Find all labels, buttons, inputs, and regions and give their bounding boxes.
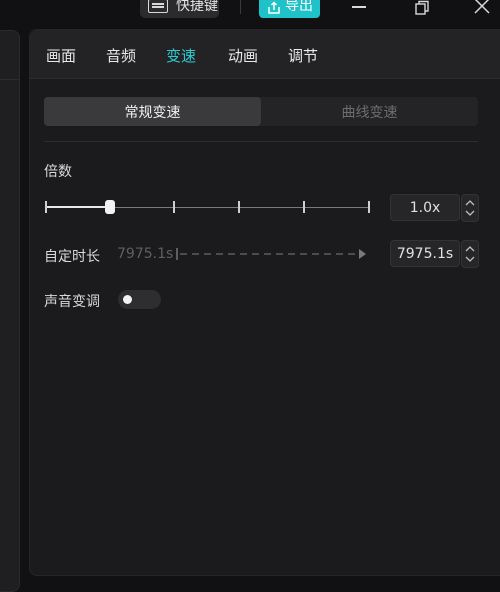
tab-speed[interactable]: 变速: [166, 45, 196, 66]
normal-speed-option[interactable]: 常规变速: [44, 97, 261, 126]
tab-bar: 画面 音频 变速 动画 调节: [30, 30, 500, 79]
tab-audio[interactable]: 音频: [106, 45, 136, 66]
export-icon: [267, 0, 280, 14]
duration-input[interactable]: 7975.1s: [390, 240, 460, 267]
left-panel: [0, 30, 20, 592]
shortcut-label: 快捷键: [176, 0, 218, 14]
duration-stepper[interactable]: [461, 240, 479, 268]
title-bar: 快捷键 导出: [0, 0, 500, 22]
left-panel-divider: [0, 79, 19, 80]
custom-duration-label: 自定时长: [44, 249, 100, 265]
slider-tick: [238, 201, 240, 213]
stepper-arrows-icon: [465, 246, 475, 262]
voice-change-toggle[interactable]: [118, 290, 161, 309]
titlebar-separator: [240, 0, 241, 14]
slider-tick: [303, 201, 305, 213]
multiplier-input[interactable]: 1.0x: [390, 194, 460, 221]
export-label: 导出: [285, 0, 313, 14]
tab-picture[interactable]: 画面: [46, 45, 76, 66]
multiplier-stepper[interactable]: [461, 194, 479, 222]
voice-change-label: 声音变调: [44, 294, 100, 310]
slider-fill: [45, 206, 111, 208]
keyboard-icon: [148, 0, 168, 13]
speed-mode-switch: 常规变速 曲线变速: [44, 97, 478, 126]
close-icon[interactable]: [473, 0, 491, 15]
slider-thumb[interactable]: [105, 200, 115, 214]
dashed-arrow-icon: [176, 248, 366, 260]
slider-tick: [45, 201, 47, 213]
curve-speed-option[interactable]: 曲线变速: [261, 97, 478, 126]
export-button[interactable]: 导出: [259, 0, 320, 18]
original-duration: 7975.1s: [117, 246, 174, 262]
stepper-arrows-icon: [465, 200, 475, 216]
slider-tick: [173, 201, 175, 213]
restore-icon[interactable]: [414, 0, 430, 16]
divider: [44, 141, 478, 142]
tab-animation[interactable]: 动画: [228, 45, 258, 66]
toggle-knob: [123, 295, 132, 304]
speed-panel: 画面 音频 变速 动画 调节 常规变速 曲线变速 倍数 1.0x 自定时长 79…: [29, 29, 500, 576]
slider-tick: [368, 201, 370, 213]
minimize-icon[interactable]: [352, 6, 366, 8]
shortcut-button[interactable]: 快捷键: [140, 0, 219, 18]
multiplier-label: 倍数: [44, 164, 72, 180]
tab-adjust[interactable]: 调节: [288, 45, 318, 66]
